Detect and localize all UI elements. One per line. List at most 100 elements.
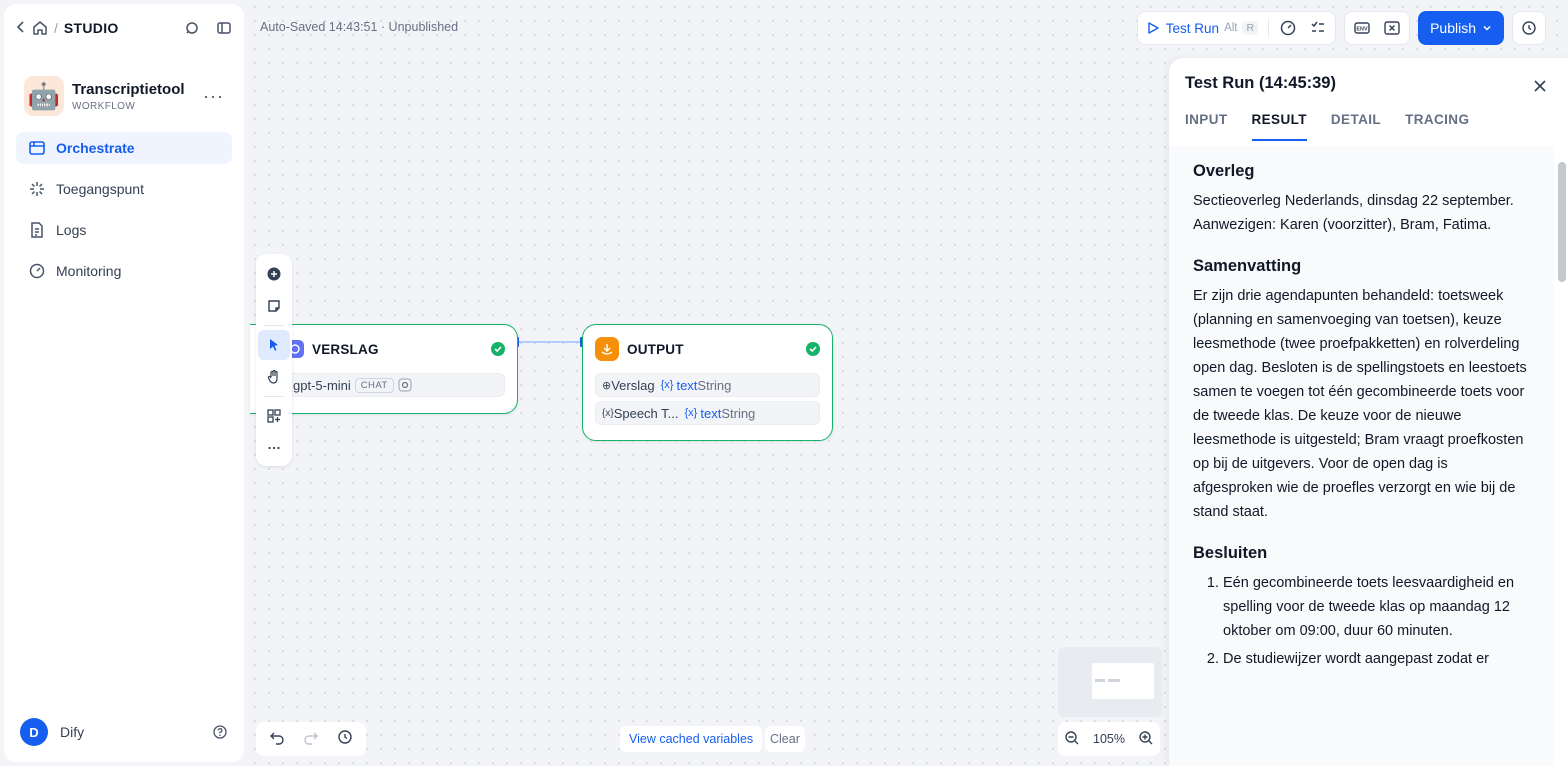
close-icon[interactable]: [1534, 76, 1546, 97]
zoom-controls: 105%: [1058, 722, 1160, 756]
list-item: De studiewijzer wordt aangepast zodat er: [1223, 647, 1530, 671]
burst-icon: [28, 180, 46, 198]
sidebar-item-toegangspunt[interactable]: Toegangspunt: [16, 173, 232, 205]
var-type: String: [697, 377, 732, 393]
clear-button[interactable]: Clear: [765, 726, 805, 752]
more-icon[interactable]: ···: [203, 86, 224, 107]
version-history-button[interactable]: [1512, 11, 1546, 45]
variable-icon[interactable]: [1383, 19, 1401, 37]
tab-detail[interactable]: DETAIL: [1331, 112, 1381, 141]
scrollbar-thumb[interactable]: [1558, 162, 1566, 282]
add-node-button[interactable]: [258, 259, 290, 289]
var-name: text: [676, 377, 698, 393]
var-source: Verslag: [611, 377, 655, 393]
svg-text:ENV: ENV: [1356, 27, 1368, 33]
sidebar-item-label: Monitoring: [56, 263, 122, 279]
node-title: VERSLAG: [312, 341, 379, 357]
variable-icon: {x}: [684, 407, 698, 419]
zoom-in-icon[interactable]: [1138, 730, 1154, 749]
ellipsis-icon: [268, 446, 280, 450]
view-cached-variables-button[interactable]: View cached variables: [620, 726, 763, 752]
tab-tracing[interactable]: TRACING: [1405, 112, 1469, 141]
test-run-panel: Test Run (14:45:39) INPUT RESULT DETAIL …: [1169, 58, 1568, 766]
app-name: Transcriptietool: [72, 80, 185, 98]
collapse-sidebar-icon[interactable]: [216, 20, 232, 36]
sidebar-topbar: / STUDIO: [4, 4, 244, 52]
add-note-button[interactable]: [258, 291, 290, 321]
panel-title: Test Run (14:45:39): [1185, 74, 1336, 92]
decisions-list: Eén gecombineerde toets leesvaardigheid …: [1193, 571, 1530, 671]
cursor-icon: [270, 339, 278, 351]
output-var-row: {x} Speech T... {x} text String: [595, 401, 820, 425]
tab-input[interactable]: INPUT: [1185, 112, 1228, 141]
edge-verslag-output[interactable]: [518, 341, 582, 343]
env-icon[interactable]: ENV: [1353, 19, 1371, 37]
more-options-button[interactable]: [258, 433, 290, 463]
list-item: Eén gecombineerde toets leesvaardigheid …: [1223, 571, 1530, 643]
minimap[interactable]: [1058, 647, 1162, 717]
history-icon: [1522, 21, 1536, 35]
zoom-level[interactable]: 105%: [1093, 732, 1125, 746]
hand-mode-button[interactable]: [258, 362, 290, 392]
chevron-down-icon: [1483, 25, 1491, 31]
home-icon[interactable]: [32, 20, 48, 36]
tab-result[interactable]: RESULT: [1251, 112, 1307, 141]
breadcrumb-separator: /: [54, 20, 58, 36]
model-name: gpt-5-mini: [293, 377, 351, 393]
sidebar-item-logs[interactable]: Logs: [16, 214, 232, 246]
output-var-row: ⊕ Verslag {x} text String: [595, 373, 820, 397]
var-name: text: [700, 405, 722, 421]
app-card[interactable]: 🤖 Transcriptietool WORKFLOW ···: [4, 52, 244, 126]
sidebar: / STUDIO 🤖 Transcriptietool WORKFLOW ···…: [4, 4, 244, 762]
sidebar-nav: Orchestrate Toegangspunt Logs Monitoring: [4, 132, 244, 287]
back-icon[interactable]: [16, 20, 26, 36]
studio-link[interactable]: STUDIO: [64, 20, 119, 36]
sidebar-item-label: Logs: [56, 222, 87, 238]
scrollbar[interactable]: [1558, 156, 1566, 756]
model-settings-icon: [398, 378, 412, 392]
sidebar-item-label: Toegangspunt: [56, 181, 144, 197]
sidebar-item-orchestrate[interactable]: Orchestrate: [16, 132, 232, 164]
section-heading: Overleg: [1193, 162, 1255, 180]
pointer-mode-button[interactable]: [258, 330, 290, 360]
user-name: Dify: [60, 724, 85, 740]
variable-icon: {x}: [602, 407, 614, 419]
gauge-icon: [28, 262, 46, 280]
node-title: OUTPUT: [627, 341, 684, 357]
llm-small-icon: ⊕: [602, 379, 612, 392]
node-output[interactable]: OUTPUT ⊕ Verslag {x} text String {x} Spe…: [582, 324, 833, 441]
undo-icon[interactable]: [269, 729, 285, 750]
publish-button[interactable]: Publish: [1418, 11, 1504, 45]
minimap-viewport: [1092, 663, 1154, 699]
plus-circle-icon: [267, 267, 281, 281]
redo-icon[interactable]: [303, 729, 319, 750]
section-text: Sectieoverleg Nederlands, dinsdag 22 sep…: [1193, 193, 1514, 233]
help-icon[interactable]: [212, 724, 228, 740]
organize-button[interactable]: [258, 401, 290, 431]
model-row: gpt-5-mini CHAT: [286, 373, 505, 397]
var-type: String: [721, 405, 756, 421]
note-icon: [268, 300, 280, 312]
test-run-group: Test Run Alt R: [1136, 11, 1337, 45]
avatar: D: [20, 718, 48, 746]
env-group: ENV: [1344, 11, 1411, 45]
panel-tabs: INPUT RESULT DETAIL TRACING: [1185, 112, 1552, 141]
sidebar-item-monitoring[interactable]: Monitoring: [16, 255, 232, 287]
test-run-button[interactable]: Test Run Alt R: [1146, 20, 1259, 36]
checklist-icon[interactable]: [1309, 19, 1327, 37]
success-check-icon: [491, 342, 505, 356]
history-icon[interactable]: [337, 729, 353, 750]
test-run-label: Test Run: [1165, 20, 1220, 36]
play-icon: [1148, 22, 1159, 34]
checklist-gauge-icon[interactable]: [1279, 19, 1297, 37]
sync-icon[interactable]: [184, 20, 200, 36]
user-menu[interactable]: D Dify: [20, 718, 228, 746]
zoom-out-icon[interactable]: [1064, 730, 1080, 749]
tool-palette: [256, 254, 292, 466]
header-actions: Test Run Alt R ENV Publish: [1129, 11, 1546, 45]
shortcut-alt: Alt: [1224, 22, 1238, 34]
workflow-icon: [28, 139, 46, 157]
logs-icon: [28, 221, 46, 239]
output-icon: [595, 337, 619, 361]
publish-label: Publish: [1430, 20, 1476, 36]
